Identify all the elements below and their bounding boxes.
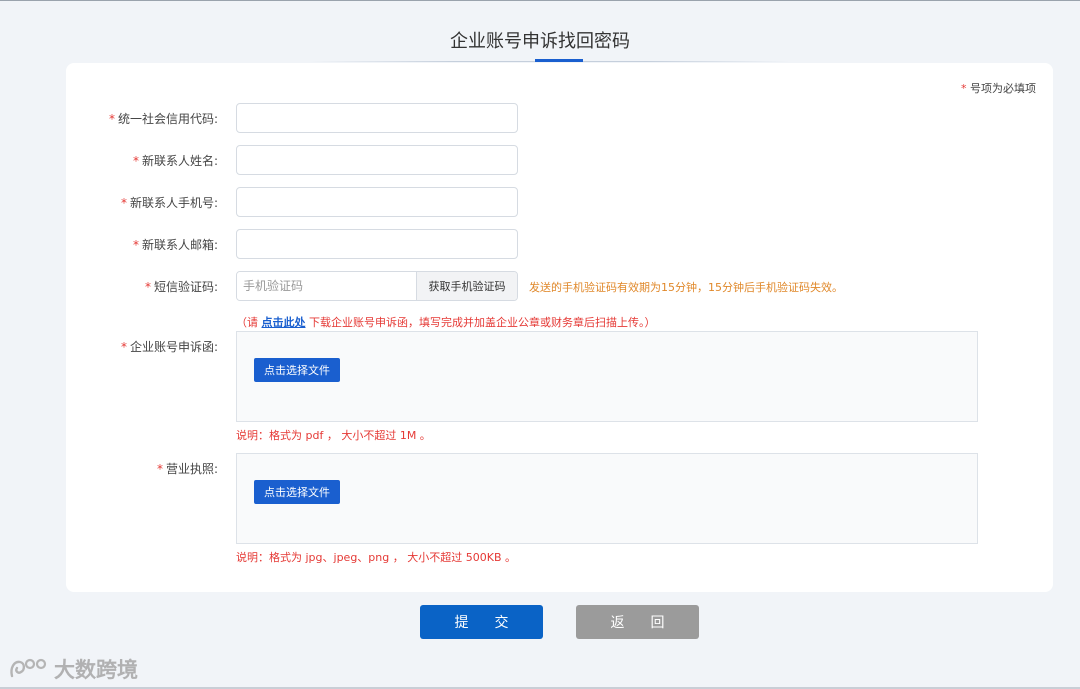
contact-phone-label: * 新联系人手机号:	[66, 194, 218, 211]
business-license-choose-file-button[interactable]: 点击选择文件	[254, 480, 340, 504]
get-sms-code-button[interactable]: 获取手机验证码	[416, 272, 517, 300]
contact-name-label: * 新联系人姓名:	[66, 152, 218, 169]
appeal-letter-label-text: 企业账号申诉函:	[129, 340, 218, 354]
download-link[interactable]: 点击此处	[262, 316, 306, 329]
sms-code-label: * 短信验证码:	[66, 278, 218, 295]
sms-code-input[interactable]	[237, 272, 416, 300]
required-star: *	[108, 112, 115, 126]
contact-phone-input[interactable]	[236, 187, 518, 217]
required-star: *	[156, 462, 163, 476]
required-star: *	[120, 340, 127, 354]
required-note-text: 号项为必填项	[970, 82, 1036, 95]
back-button[interactable]: 返回	[576, 605, 699, 639]
appeal-letter-choose-file-button[interactable]: 点击选择文件	[254, 358, 340, 382]
download-note-suffix: 下载企业账号申诉函，填写完成并加盖企业公章或财务章后扫描上传。）	[305, 316, 656, 329]
required-star: *	[132, 154, 139, 168]
watermark: 大数跨境	[8, 654, 138, 684]
contact-name-input[interactable]	[236, 145, 518, 175]
contact-name-label-text: 新联系人姓名:	[141, 154, 218, 168]
required-star: *	[120, 196, 127, 210]
required-star: *	[144, 280, 151, 294]
appeal-letter-label: * 企业账号申诉函:	[66, 338, 218, 355]
business-license-label: * 营业执照:	[66, 460, 218, 477]
contact-phone-label-text: 新联系人手机号:	[129, 196, 218, 210]
appeal-letter-upload-area[interactable]: 点击选择文件	[236, 331, 978, 422]
download-note: （请 点击此处 下载企业账号申诉函，填写完成并加盖企业公章或财务章后扫描上传。）	[236, 314, 656, 330]
watermark-logo-icon	[10, 658, 47, 678]
contact-email-label: * 新联系人邮箱:	[66, 236, 218, 253]
required-star: *	[132, 238, 139, 252]
contact-email-label-text: 新联系人邮箱:	[141, 238, 218, 252]
required-star: *	[961, 82, 967, 95]
watermark-text: 大数跨境	[54, 658, 138, 682]
credit-code-label: * 统一社会信用代码:	[66, 110, 218, 127]
sms-code-group: 获取手机验证码	[236, 271, 518, 301]
appeal-letter-explain: 说明：格式为 pdf ， 大小不超过 1M 。	[236, 429, 431, 442]
form-card: * 号项为必填项 * 统一社会信用代码: * 新联系人姓名: * 新联系人手机号: *…	[66, 63, 1053, 592]
sms-code-hint: 发送的手机验证码有效期为15分钟，15分钟后手机验证码失效。	[529, 281, 843, 294]
credit-code-input[interactable]	[236, 103, 518, 133]
business-license-explain: 说明：格式为 jpg、jpeg、png ， 大小不超过 500KB 。	[236, 551, 516, 564]
business-license-upload-area[interactable]: 点击选择文件	[236, 453, 978, 544]
required-note: * 号项为必填项	[961, 80, 1036, 96]
business-license-label-text: 营业执照:	[165, 462, 218, 476]
contact-email-input[interactable]	[236, 229, 518, 259]
title-accent-bar	[535, 59, 583, 62]
page-title: 企业账号申诉找回密码	[450, 31, 630, 52]
top-border	[0, 0, 1080, 1]
sms-code-label-text: 短信验证码:	[153, 280, 218, 294]
download-note-prefix: （请	[236, 316, 262, 329]
submit-button[interactable]: 提交	[420, 605, 543, 639]
credit-code-label-text: 统一社会信用代码:	[117, 112, 218, 126]
